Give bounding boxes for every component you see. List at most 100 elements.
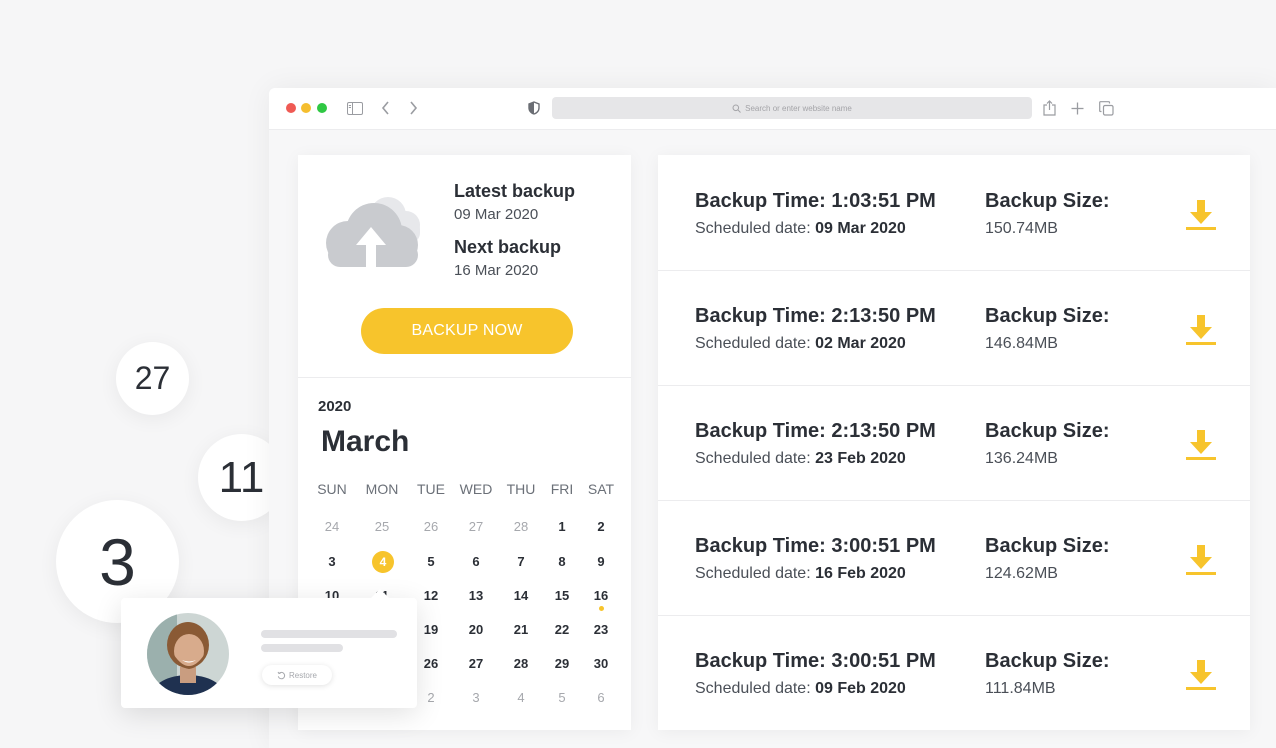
backup-size-label: Backup Size: xyxy=(985,535,1110,557)
calendar-day[interactable]: 24 xyxy=(317,519,347,534)
scheduled-date-prefix: Scheduled date: xyxy=(695,220,816,237)
backup-size-label: Backup Size: xyxy=(985,650,1110,672)
weekday-header: SUN xyxy=(317,481,347,497)
placeholder-line xyxy=(261,630,397,638)
calendar-day[interactable]: 5 xyxy=(416,554,446,569)
weekday-header: WED xyxy=(459,481,493,497)
calendar-day[interactable]: 26 xyxy=(416,519,446,534)
restore-popup: Restore xyxy=(121,589,417,708)
calendar-month: March xyxy=(321,425,410,458)
calendar-day[interactable]: 23 xyxy=(586,622,616,637)
new-tab-icon[interactable] xyxy=(1071,100,1084,116)
latest-backup-date: 09 Mar 2020 xyxy=(454,206,539,223)
scheduled-date: Scheduled date: 23 Feb 2020 xyxy=(695,450,906,468)
scheduled-date: Scheduled date: 16 Feb 2020 xyxy=(695,565,906,583)
backup-time: Backup Time: 2:13:50 PM xyxy=(695,420,936,442)
scheduled-date-value: 16 Feb 2020 xyxy=(815,565,906,582)
scheduled-date-value: 09 Mar 2020 xyxy=(815,220,906,237)
backup-size-label: Backup Size: xyxy=(985,420,1110,442)
browser-toolbar: Search or enter website name xyxy=(269,88,1276,130)
calendar-day[interactable]: 2 xyxy=(586,519,616,534)
backup-row: Backup Time: 1:03:51 PM Scheduled date: … xyxy=(658,155,1250,271)
restore-label: Restore xyxy=(288,670,317,680)
calendar-day[interactable]: 1 xyxy=(547,519,577,534)
weekday-header: TUE xyxy=(417,481,445,497)
backup-size-value: 146.84MB xyxy=(985,335,1058,352)
calendar-day[interactable]: 30 xyxy=(586,656,616,671)
back-icon[interactable] xyxy=(381,100,390,116)
download-icon[interactable] xyxy=(1186,314,1216,351)
backup-now-button[interactable]: BACKUP NOW xyxy=(361,308,573,354)
placeholder-line xyxy=(261,644,343,652)
calendar-day[interactable]: 5 xyxy=(547,690,577,705)
next-backup-date: 16 Mar 2020 xyxy=(454,262,539,279)
scheduled-date-prefix: Scheduled date: xyxy=(695,335,816,352)
calendar-day[interactable]: 6 xyxy=(461,554,491,569)
calendar-day[interactable]: 28 xyxy=(506,656,536,671)
backup-size-value: 124.62MB xyxy=(985,565,1058,582)
backup-time: Backup Time: 3:00:51 PM xyxy=(695,535,936,557)
calendar-day[interactable]: 12 xyxy=(416,588,446,603)
calendar-day[interactable]: 13 xyxy=(461,588,491,603)
download-icon[interactable] xyxy=(1186,199,1216,236)
calendar-day-selected[interactable]: 4 xyxy=(372,551,394,573)
tabs-overview-icon[interactable] xyxy=(1099,100,1114,116)
sidebar-toggle-icon[interactable] xyxy=(347,100,363,116)
scheduled-date-prefix: Scheduled date: xyxy=(695,565,816,582)
backup-row: Backup Time: 3:00:51 PM Scheduled date: … xyxy=(658,615,1250,730)
download-icon[interactable] xyxy=(1186,659,1216,696)
scheduled-date-prefix: Scheduled date: xyxy=(695,680,816,697)
backup-row: Backup Time: 2:13:50 PM Scheduled date: … xyxy=(658,270,1250,386)
card-divider xyxy=(298,377,631,378)
calendar-day[interactable]: 15 xyxy=(547,588,577,603)
close-window-button[interactable] xyxy=(286,103,296,113)
calendar-day[interactable]: 21 xyxy=(506,622,536,637)
share-icon[interactable] xyxy=(1043,100,1056,116)
download-icon[interactable] xyxy=(1186,544,1216,581)
calendar-day[interactable]: 29 xyxy=(547,656,577,671)
calendar-day[interactable]: 6 xyxy=(586,690,616,705)
forward-icon[interactable] xyxy=(409,100,418,116)
date-bubble-label: 27 xyxy=(134,360,171,396)
backup-row: Backup Time: 2:13:50 PM Scheduled date: … xyxy=(658,385,1250,501)
weekday-header: THU xyxy=(506,481,536,497)
scheduled-backup-marker xyxy=(599,606,604,611)
calendar-day[interactable]: 3 xyxy=(317,554,347,569)
restore-button[interactable]: Restore xyxy=(262,665,332,685)
download-icon[interactable] xyxy=(1186,429,1216,466)
calendar-day[interactable]: 27 xyxy=(461,519,491,534)
calendar-day[interactable]: 26 xyxy=(416,656,446,671)
calendar-day[interactable]: 4 xyxy=(506,690,536,705)
backup-row: Backup Time: 3:00:51 PM Scheduled date: … xyxy=(658,500,1250,616)
scheduled-date-value: 02 Mar 2020 xyxy=(815,335,906,352)
backup-size-label: Backup Size: xyxy=(985,305,1110,327)
calendar-day[interactable]: 19 xyxy=(416,622,446,637)
calendar-day[interactable]: 16 xyxy=(586,588,616,603)
calendar-day[interactable]: 20 xyxy=(461,622,491,637)
backup-time: Backup Time: 3:00:51 PM xyxy=(695,650,936,672)
address-bar[interactable]: Search or enter website name xyxy=(552,97,1032,119)
calendar-day[interactable]: 22 xyxy=(547,622,577,637)
backup-time: Backup Time: 1:03:51 PM xyxy=(695,190,936,212)
calendar-day[interactable]: 28 xyxy=(506,519,536,534)
maximize-window-button[interactable] xyxy=(317,103,327,113)
popup-notch xyxy=(370,589,390,599)
calendar-day[interactable]: 2 xyxy=(416,690,446,705)
minimize-window-button[interactable] xyxy=(301,103,311,113)
scheduled-date-value: 23 Feb 2020 xyxy=(815,450,906,467)
next-backup-label: Next backup xyxy=(454,237,562,257)
backup-size-value: 136.24MB xyxy=(985,450,1058,467)
calendar-day[interactable]: 27 xyxy=(461,656,491,671)
date-bubble-label: 3 xyxy=(99,524,136,599)
scheduled-date-value: 09 Feb 2020 xyxy=(815,680,906,697)
address-placeholder: Search or enter website name xyxy=(745,103,852,113)
calendar-day[interactable]: 25 xyxy=(367,519,397,534)
calendar-day[interactable]: 8 xyxy=(547,554,577,569)
calendar-day[interactable]: 9 xyxy=(586,554,616,569)
backup-size-value: 150.74MB xyxy=(985,220,1058,237)
calendar-day[interactable]: 7 xyxy=(506,554,536,569)
scheduled-date: Scheduled date: 02 Mar 2020 xyxy=(695,335,906,353)
calendar-day[interactable]: 14 xyxy=(506,588,536,603)
calendar-day[interactable]: 3 xyxy=(461,690,491,705)
privacy-shield-icon[interactable] xyxy=(528,100,540,116)
